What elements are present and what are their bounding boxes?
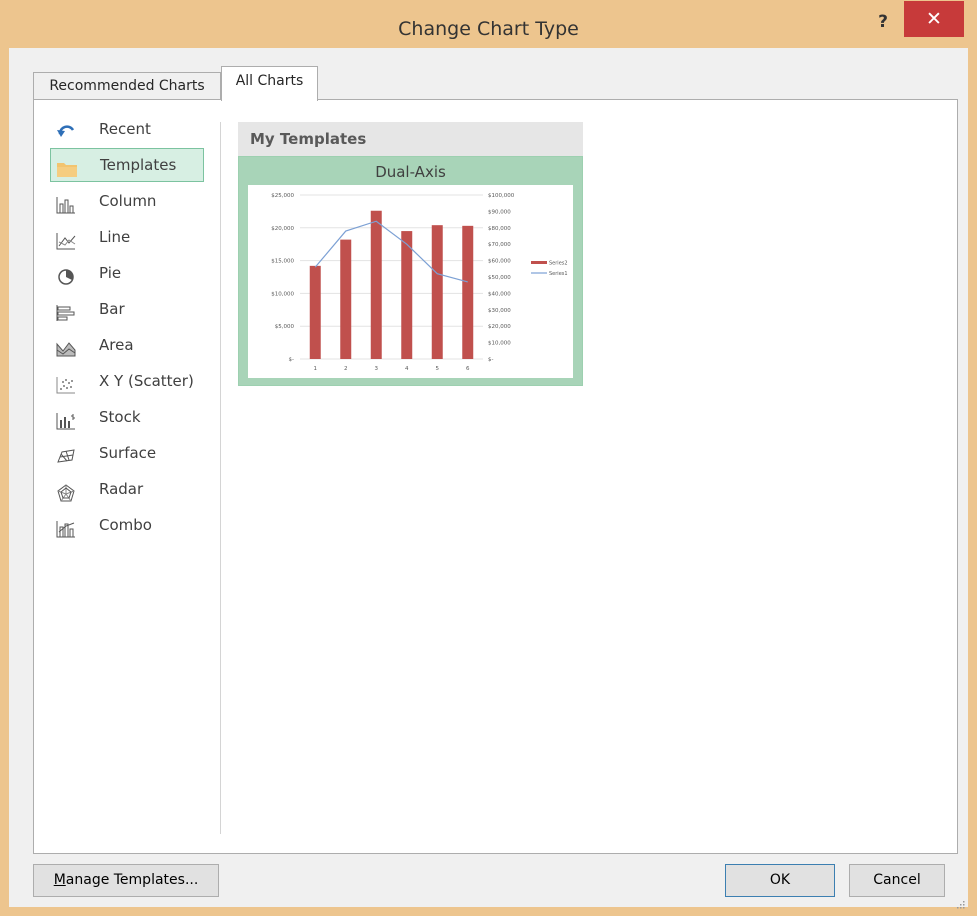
manage-templates-button[interactable]: Manage Templates...: [33, 864, 219, 897]
bar-mark: [309, 265, 321, 359]
bar-chart-icon: [56, 300, 76, 321]
template-name: Dual-Axis: [375, 163, 446, 181]
cancel-button[interactable]: Cancel: [849, 864, 945, 897]
x-axis-tick-label: 6: [466, 366, 470, 372]
right-axis-tick-label: $100,000: [488, 193, 515, 199]
tab-recommended-charts[interactable]: Recommended Charts: [33, 72, 221, 100]
right-axis-tick-label: $40,000: [488, 291, 511, 297]
mnemonic-letter: M: [53, 872, 66, 888]
x-axis-tick-label: 2: [344, 366, 348, 372]
sidebar-item-label: Pie: [99, 264, 122, 282]
sidebar-item-line[interactable]: Line: [50, 220, 204, 254]
section-title: My Templates: [238, 122, 583, 156]
undo-arrow-icon: [56, 120, 76, 138]
sidebar-item-label: Area: [99, 336, 134, 354]
right-axis-tick-label: $10,000: [488, 341, 511, 347]
bar-mark: [340, 239, 352, 359]
resize-grip-icon[interactable]: [955, 894, 965, 909]
right-axis-tick-label: $30,000: [488, 308, 511, 314]
line-series: [314, 220, 468, 283]
help-button[interactable]: ?: [871, 8, 895, 36]
sidebar-item-bar[interactable]: Bar: [50, 292, 204, 326]
stock-chart-icon: [56, 408, 76, 430]
manage-templates-label: anage Templates...: [65, 872, 199, 888]
legend-label-series1: Series1: [549, 271, 568, 277]
right-axis-tick-label: $-: [488, 357, 493, 363]
left-axis-tick-label: $15,000: [271, 259, 294, 265]
change-chart-type-dialog: Change Chart Type ? ✕ Recommended Charts…: [0, 0, 977, 916]
sidebar-item-label: Surface: [99, 444, 157, 462]
legend-label-series2: Series2: [549, 261, 568, 267]
tab-panel: Recent Templates Column Line Pie Bar Are…: [33, 99, 958, 854]
sidebar-item-label: Radar: [99, 480, 144, 498]
sidebar-item-scatter[interactable]: X Y (Scatter): [50, 364, 204, 398]
right-axis-tick-label: $50,000: [488, 275, 511, 281]
tab-all-charts[interactable]: All Charts: [221, 66, 318, 101]
dialog-client-area: Recommended Charts All Charts Recent Tem…: [9, 48, 968, 909]
sidebar-item-pie[interactable]: Pie: [50, 256, 204, 290]
sidebar-item-surface[interactable]: Surface: [50, 436, 204, 470]
folder-icon: [56, 156, 77, 177]
x-axis-tick-label: 3: [375, 366, 379, 372]
right-axis-tick-label: $80,000: [488, 226, 511, 232]
chart-type-sidebar: Recent Templates Column Line Pie Bar Are…: [34, 100, 222, 853]
ok-button[interactable]: OK: [725, 864, 835, 897]
sidebar-item-label: Combo: [99, 516, 152, 534]
sidebar-item-label: Bar: [99, 300, 125, 318]
radar-chart-icon: [56, 480, 76, 502]
template-preview-chart: $25,000 $20,000 $15,000 $10,000 $5,000 $- $100…: [248, 185, 573, 378]
sidebar-item-label: X Y (Scatter): [99, 372, 194, 390]
sidebar-item-area[interactable]: Area: [50, 328, 204, 362]
x-axis-tick-label: 1: [314, 366, 318, 372]
sidebar-item-radar[interactable]: Radar: [50, 472, 204, 506]
title-bar: Change Chart Type ? ✕: [0, 0, 977, 48]
scatter-chart-icon: [56, 372, 76, 394]
bar-mark: [462, 225, 474, 359]
dialog-title: Change Chart Type: [398, 18, 579, 40]
right-axis-tick-label: $60,000: [488, 259, 511, 265]
left-axis-tick-label: $5,000: [275, 324, 295, 330]
column-chart-icon: [56, 192, 76, 214]
template-card[interactable]: Dual-Axis $25,000 $20,000 $15,000 $10,000 $5…: [238, 156, 583, 386]
area-chart-icon: [56, 336, 76, 357]
sidebar-item-column[interactable]: Column: [50, 184, 204, 218]
bar-mark: [431, 225, 443, 359]
bar-mark: [370, 210, 382, 359]
chart-svg: $25,000 $20,000 $15,000 $10,000 $5,000 $- $100…: [271, 193, 568, 372]
left-axis-tick-label: $25,000: [271, 193, 294, 199]
right-axis-tick-label: $70,000: [488, 242, 511, 248]
x-axis-tick-label: 4: [405, 366, 409, 372]
close-icon: ✕: [926, 8, 942, 30]
bar-mark: [401, 231, 413, 359]
sidebar-item-templates[interactable]: Templates: [50, 148, 204, 182]
right-axis-tick-label: $90,000: [488, 209, 511, 215]
sidebar-item-recent[interactable]: Recent: [50, 112, 204, 146]
left-axis-tick-label: $-: [289, 357, 294, 363]
sidebar-item-combo[interactable]: Combo: [50, 508, 204, 542]
sidebar-item-label: Stock: [99, 408, 141, 426]
sidebar-divider: [220, 122, 221, 834]
x-axis-tick-label: 5: [436, 366, 440, 372]
sidebar-item-stock[interactable]: Stock: [50, 400, 204, 434]
pie-chart-icon: [56, 264, 76, 285]
right-axis-tick-label: $20,000: [488, 324, 511, 330]
line-chart-icon: [56, 228, 76, 250]
sidebar-item-label: Templates: [100, 156, 177, 174]
left-axis-tick-label: $10,000: [271, 291, 294, 297]
close-button[interactable]: ✕: [904, 1, 964, 37]
surface-chart-icon: [56, 444, 76, 463]
left-axis-tick-label: $20,000: [271, 226, 294, 232]
sidebar-item-label: Column: [99, 192, 157, 210]
sidebar-item-label: Recent: [99, 120, 151, 138]
combo-chart-icon: [56, 516, 76, 538]
legend-swatch-series2: [531, 261, 547, 264]
sidebar-item-label: Line: [99, 228, 131, 246]
